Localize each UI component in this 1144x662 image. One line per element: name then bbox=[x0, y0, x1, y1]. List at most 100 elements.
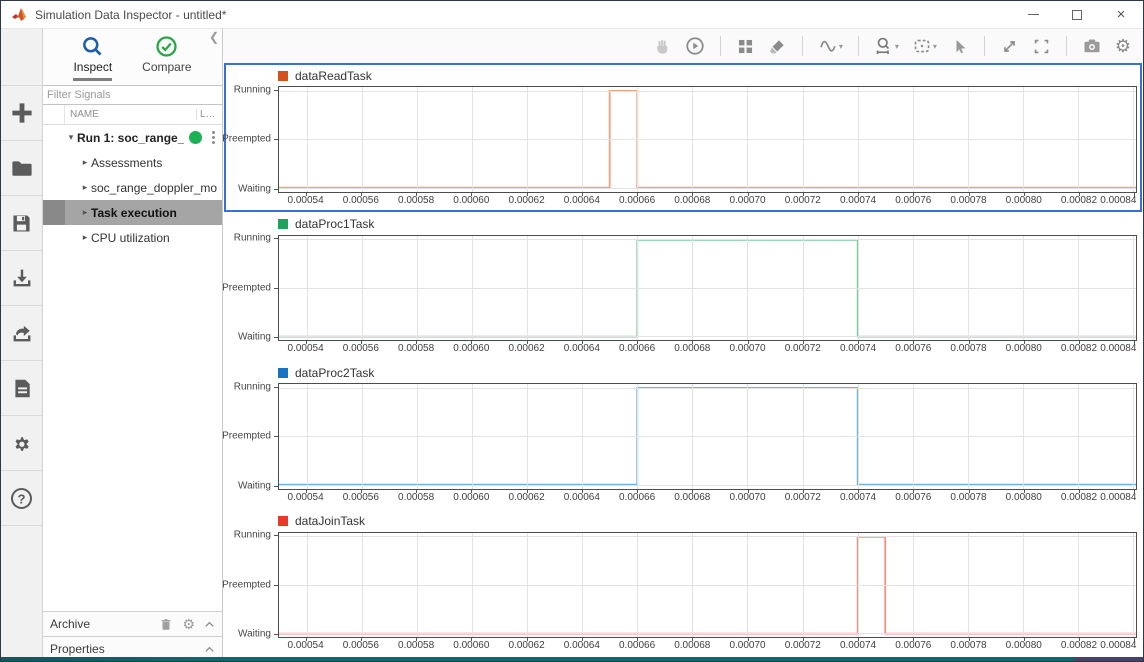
x-tick-label: 0.00080 bbox=[1006, 492, 1042, 503]
v-gridline bbox=[1133, 384, 1134, 489]
plot-legend: dataProc2Task bbox=[226, 362, 1140, 383]
close-button[interactable]: × bbox=[1099, 1, 1143, 28]
trash-icon[interactable] bbox=[159, 617, 173, 632]
x-tick-label: 0.00056 bbox=[343, 195, 379, 206]
x-tick-mark bbox=[361, 490, 362, 493]
minimize-button[interactable] bbox=[1011, 1, 1055, 28]
x-tick-mark bbox=[969, 638, 970, 641]
tree-caret-icon[interactable]: ▸ bbox=[79, 157, 91, 168]
y-axis-labels: RunningPreemptedWaiting bbox=[226, 86, 278, 193]
v-gridline bbox=[417, 533, 418, 638]
plot-canvas[interactable] bbox=[278, 86, 1137, 193]
chevron-down-icon: ▾ bbox=[933, 42, 937, 51]
x-tick-label: 0.00076 bbox=[895, 343, 931, 354]
tree-row[interactable]: ▾ Run 1: soc_range_ bbox=[43, 125, 222, 150]
kebab-menu-icon[interactable] bbox=[208, 131, 218, 144]
archive-collapse-icon[interactable] bbox=[204, 619, 215, 630]
x-tick-mark bbox=[306, 193, 307, 196]
x-tick-mark bbox=[637, 490, 638, 493]
y-axis-labels: RunningPreemptedWaiting bbox=[226, 383, 278, 490]
create-report-button[interactable] bbox=[1, 361, 42, 416]
maximize-button[interactable] bbox=[1055, 1, 1099, 28]
v-gridline bbox=[968, 87, 969, 192]
legend-color-swatch bbox=[278, 219, 288, 229]
zoom-in-time-icon[interactable]: ▾ bbox=[872, 34, 901, 58]
v-gridline bbox=[747, 87, 748, 192]
tree-item-label: Run 1: soc_range_ bbox=[77, 131, 184, 145]
x-tick-label: 0.00056 bbox=[343, 492, 379, 503]
v-gridline bbox=[472, 533, 473, 638]
fit-to-view-icon[interactable] bbox=[998, 35, 1021, 58]
v-gridline bbox=[1023, 87, 1024, 192]
tree-caret-icon[interactable]: ▸ bbox=[79, 232, 91, 243]
plot-canvas[interactable] bbox=[278, 532, 1137, 639]
y-tick-label: Preempted bbox=[222, 431, 271, 442]
signal-style-icon[interactable]: ▾ bbox=[816, 34, 845, 58]
tree-row[interactable]: ▸ Task execution bbox=[43, 200, 222, 225]
signal-plot-pane[interactable]: dataJoinTask RunningPreemptedWaiting 0.0… bbox=[224, 509, 1142, 658]
x-tick-label: 0.00074 bbox=[840, 640, 876, 651]
pointer-icon[interactable] bbox=[948, 35, 971, 58]
clear-subplots-eraser-icon[interactable] bbox=[766, 35, 789, 58]
v-gridline bbox=[582, 87, 583, 192]
tree-row[interactable]: ▸ soc_range_doppler_mo bbox=[43, 175, 222, 200]
matlab-logo-icon bbox=[11, 7, 27, 23]
add-button[interactable] bbox=[1, 86, 42, 141]
x-tick-label: 0.00060 bbox=[453, 343, 489, 354]
signal-plot-pane[interactable]: dataProc2Task RunningPreemptedWaiting 0.… bbox=[224, 360, 1142, 509]
x-tick-label: 0.00078 bbox=[950, 492, 986, 503]
x-tick-mark bbox=[803, 490, 804, 493]
signal-plot-pane[interactable]: dataProc1Task RunningPreemptedWaiting 0.… bbox=[224, 212, 1142, 361]
replay-icon[interactable] bbox=[683, 34, 707, 58]
h-gridline bbox=[279, 336, 1136, 337]
tree-header: NAME L… bbox=[43, 105, 222, 125]
archive-panel-header[interactable]: Archive ⚙ bbox=[43, 611, 222, 636]
collapse-sidebar-icon[interactable]: ❮ bbox=[209, 31, 219, 43]
pan-hand-icon[interactable] bbox=[651, 35, 674, 58]
tab-inspect[interactable]: Inspect bbox=[71, 35, 114, 85]
settings-gear-icon[interactable]: ⚙ bbox=[1113, 35, 1133, 57]
v-gridline bbox=[362, 384, 363, 489]
x-tick-mark bbox=[969, 341, 970, 344]
x-tick-mark bbox=[858, 638, 859, 641]
tree-caret-icon[interactable]: ▾ bbox=[65, 132, 77, 143]
x-tick-mark bbox=[416, 193, 417, 196]
tree-row[interactable]: ▸ CPU utilization bbox=[43, 225, 222, 250]
x-tick-mark bbox=[471, 193, 472, 196]
signal-plot-pane[interactable]: dataReadTask RunningPreemptedWaiting 0.0… bbox=[224, 63, 1142, 212]
import-button[interactable] bbox=[1, 251, 42, 306]
zoom-in-rect-icon[interactable]: ▾ bbox=[910, 34, 939, 58]
x-tick-mark bbox=[637, 341, 638, 344]
run-status-dot bbox=[189, 131, 202, 144]
x-axis-tick-labels: 0.000540.000560.000580.000600.000620.000… bbox=[278, 638, 1137, 655]
x-tick-label: 0.00064 bbox=[564, 640, 600, 651]
x-tick-label: 0.00076 bbox=[895, 492, 931, 503]
v-gridline bbox=[362, 87, 363, 192]
properties-collapse-icon[interactable] bbox=[204, 644, 215, 655]
tree-caret-icon[interactable]: ▸ bbox=[79, 182, 91, 193]
export-button[interactable] bbox=[1, 306, 42, 361]
open-button[interactable] bbox=[1, 141, 42, 196]
tab-compare[interactable]: Compare bbox=[140, 35, 193, 85]
fullscreen-icon[interactable] bbox=[1030, 35, 1053, 58]
tree-item-label: Assessments bbox=[91, 156, 162, 170]
plot-canvas[interactable] bbox=[278, 383, 1137, 490]
save-button[interactable] bbox=[1, 196, 42, 251]
x-tick-mark bbox=[748, 193, 749, 196]
filter-signals-input[interactable] bbox=[43, 85, 222, 105]
x-tick-label: 0.00068 bbox=[674, 195, 710, 206]
tree-caret-icon[interactable]: ▸ bbox=[79, 207, 91, 218]
plot-canvas[interactable] bbox=[278, 235, 1137, 342]
preferences-button[interactable] bbox=[1, 416, 42, 471]
help-button[interactable]: ? bbox=[1, 471, 42, 526]
x-tick-mark bbox=[361, 341, 362, 344]
folder-icon bbox=[10, 156, 34, 180]
tree-item-label: Task execution bbox=[91, 206, 177, 220]
subplot-layout-icon[interactable] bbox=[734, 35, 757, 58]
tree-row[interactable]: ▸ Assessments bbox=[43, 150, 222, 175]
x-tick-mark bbox=[582, 193, 583, 196]
v-gridline bbox=[692, 87, 693, 192]
archive-settings-icon[interactable]: ⚙ bbox=[182, 617, 195, 631]
v-gridline bbox=[1133, 87, 1134, 192]
snapshot-camera-icon[interactable] bbox=[1080, 34, 1104, 58]
